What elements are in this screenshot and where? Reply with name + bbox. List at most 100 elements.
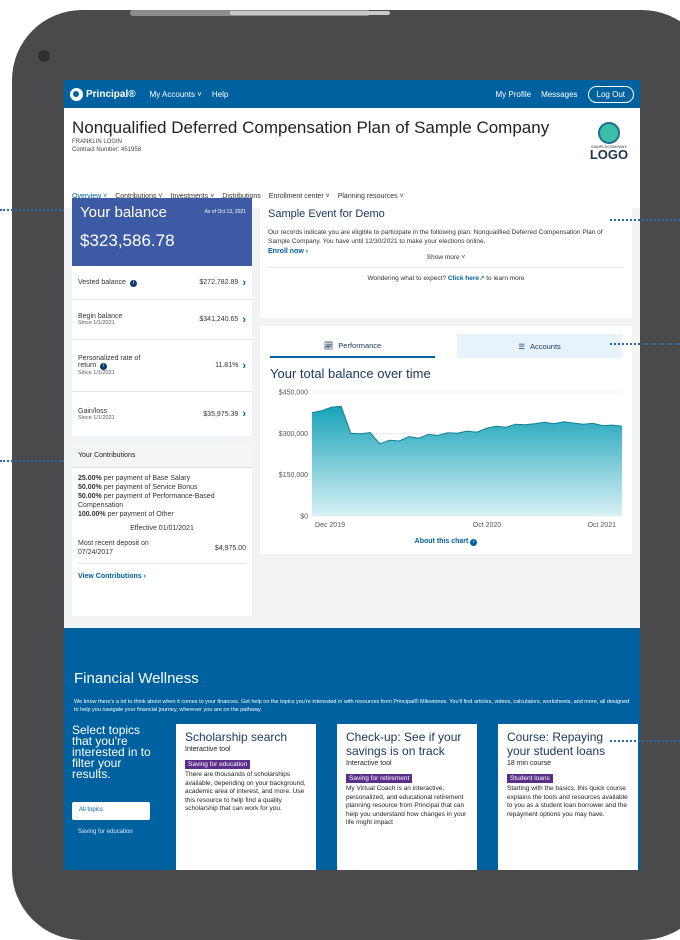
card-tag: Saving for retirement xyxy=(346,774,413,783)
show-more-link[interactable]: Show more ˅ xyxy=(268,254,624,268)
card-kind: 18 min course xyxy=(507,760,551,767)
tab-performance[interactable]: 📈︎ Performance xyxy=(270,334,435,358)
contribution-line: 50.00% per payment of Performance-Based … xyxy=(78,493,215,509)
begin-balance-row[interactable]: Begin balance Since 1/1/2021 $341,240.65 › xyxy=(72,300,252,340)
login-name: FRANKLIN LOGIN xyxy=(72,139,123,145)
contributions-title: Your Contributions xyxy=(72,444,252,468)
event-title: Sample Event for Demo xyxy=(268,208,385,220)
deposit-label: Most recent deposit on 07/24/2017 xyxy=(78,540,149,556)
row-value: $35,975.39 xyxy=(203,410,239,418)
card-description: My Virtual Coach is an interactive, pers… xyxy=(346,785,467,826)
chevron-right-icon[interactable]: › xyxy=(242,408,246,420)
view-contributions-link[interactable]: View Contributions › xyxy=(78,572,246,581)
chevron-right-icon[interactable]: › xyxy=(242,277,246,289)
chevron-right-icon[interactable]: › xyxy=(242,314,246,326)
card-description: Starting with the basics, this quick cou… xyxy=(507,785,628,818)
row-label: Begin balance xyxy=(78,313,123,320)
event-text: Our records indicate you are eligible to… xyxy=(268,229,603,245)
resource-card[interactable]: Scholarship search Interactive tool Savi… xyxy=(176,724,316,870)
row-value: $341,240.65 xyxy=(199,316,239,323)
company-logo-icon xyxy=(598,122,620,144)
x-tick-label: Oct 2021 xyxy=(588,522,617,529)
vested-balance-row[interactable]: Vested balance i $272,782.89 › xyxy=(72,266,252,300)
row-label: Personalized rate of return xyxy=(78,355,141,369)
row-since: Since 1/1/2021 xyxy=(78,370,115,376)
info-icon[interactable]: i xyxy=(129,279,137,287)
topic-saving-for-education[interactable]: Saving for education xyxy=(78,828,138,836)
balance-area xyxy=(312,406,622,516)
topics-heading: Select topics that you're interested in … xyxy=(72,723,151,781)
plan-header: Nonqualified Deferred Compensation Plan … xyxy=(64,108,640,208)
contribution-line: 50.00% per payment of Service Bonus xyxy=(78,484,198,491)
y-tick-label: $300,000 xyxy=(279,431,308,438)
company-logo-text: LOGO xyxy=(589,147,629,162)
principal-logo-icon xyxy=(70,87,83,101)
callout-line xyxy=(610,740,680,742)
nav-my-accounts[interactable]: My Accounts ˅ xyxy=(150,90,202,99)
info-icon[interactable]: i xyxy=(470,539,478,546)
x-tick-label: Oct 2020 xyxy=(473,522,502,529)
callout-line xyxy=(0,209,64,211)
card-description: There are thousands of scholarships avai… xyxy=(185,771,306,812)
row-label: Vested balance xyxy=(78,278,126,286)
row-value: $272,782.89 xyxy=(199,279,239,286)
card-kind: Interactive tool xyxy=(346,760,392,767)
external-link-icon: ↗ xyxy=(478,275,485,282)
card-kind: Interactive tool xyxy=(185,746,231,753)
recent-deposit: Most recent deposit on 07/24/2017 $4,975… xyxy=(78,539,246,564)
resource-card[interactable]: Check-up: See if your savings is on trac… xyxy=(337,724,477,870)
tablet-button-highlight xyxy=(230,11,390,15)
company-logo: SAMPLECOMPANY LOGO xyxy=(588,122,630,161)
all-topics-button[interactable]: All topics xyxy=(72,802,150,820)
y-tick-label: $0 xyxy=(300,514,308,521)
y-tick-label: $450,000 xyxy=(279,390,308,397)
chevron-right-icon[interactable]: › xyxy=(242,360,246,372)
balance-chart: $0 $150,000 $300,000 $450,000 Dec 2019 Oct 20… xyxy=(279,390,623,529)
event-card: Sample Event for Demo Our records indica… xyxy=(260,200,632,318)
x-tick-label: Dec 2019 xyxy=(315,522,345,529)
callout-line xyxy=(0,460,64,462)
list-icon: ☰ xyxy=(518,341,525,351)
contribution-line: 25.00% per payment of Base Salary xyxy=(78,475,191,482)
principal-logo[interactable]: Principal® xyxy=(70,87,136,101)
nav-help[interactable]: Help xyxy=(212,90,228,99)
callout-line xyxy=(610,343,680,345)
line-chart-icon: 📈︎ xyxy=(323,340,334,350)
card-title: Check-up: See if your savings is on trac… xyxy=(346,730,462,758)
page-title: Nonqualified Deferred Compensation Plan … xyxy=(72,118,550,137)
performance-card: 📈︎ Performance ☰ Accounts Your total balan… xyxy=(260,326,632,554)
wellness-title: Financial Wellness xyxy=(74,670,199,687)
logout-button[interactable]: Log Out xyxy=(587,85,634,103)
info-icon[interactable]: i xyxy=(100,363,108,370)
tab-accounts[interactable]: ☰ Accounts xyxy=(457,334,622,358)
balance-amount: $323,586.78 xyxy=(80,231,175,250)
my-profile-link[interactable]: My Profile xyxy=(496,90,532,99)
gain-loss-row[interactable]: Gain/loss Since 1/1/2021 $35,975.39 › xyxy=(72,392,252,436)
wondering-text: Wondering what to expect? Click here↗ to… xyxy=(367,275,525,282)
top-nav-bar: Principal® My Accounts ˅ Help My Profile… xyxy=(64,80,640,108)
financial-wellness-section: Financial Wellness We know there's a lot… xyxy=(64,628,640,870)
deposit-value: $4,975.00 xyxy=(214,544,246,552)
card-tag: Student loans xyxy=(507,774,553,783)
performance-tabs: 📈︎ Performance ☰ Accounts xyxy=(260,326,632,366)
contract-number: Contract Number: 451958 xyxy=(72,147,142,153)
card-tag: Saving for education xyxy=(185,760,251,769)
resource-card[interactable]: Course: Repaying your student loans 18 m… xyxy=(498,724,638,870)
card-title: Scholarship search xyxy=(185,730,288,744)
rate-of-return-row[interactable]: Personalized rate of return i Since 1/1/20… xyxy=(72,340,252,392)
screen: Principal® My Accounts ˅ Help My Profile… xyxy=(64,80,640,870)
contribution-line: 100.00% per payment of Other xyxy=(78,511,174,518)
card-title: Course: Repaying your student loans xyxy=(507,730,606,758)
callout-line xyxy=(610,219,680,221)
chart-title: Your total balance over time xyxy=(270,366,431,381)
balance-header: Your balance As of Oct 13, 2021 $323,586… xyxy=(72,198,252,266)
effective-date: Effective 01/01/2021 xyxy=(130,525,194,532)
balance-card: Your balance As of Oct 13, 2021 $323,586… xyxy=(72,198,252,436)
contributions-list: 25.00% per payment of Base Salary 50.00%… xyxy=(72,468,252,587)
messages-link[interactable]: Messages xyxy=(541,90,577,99)
row-label: Gain/loss xyxy=(78,407,108,415)
contributions-card: Your Contributions 25.00% per payment of… xyxy=(72,444,252,616)
click-here-link[interactable]: Click here xyxy=(448,275,479,282)
about-chart[interactable]: About this chart i xyxy=(260,538,632,546)
balance-as-of: As of Oct 13, 2021 xyxy=(204,209,246,215)
